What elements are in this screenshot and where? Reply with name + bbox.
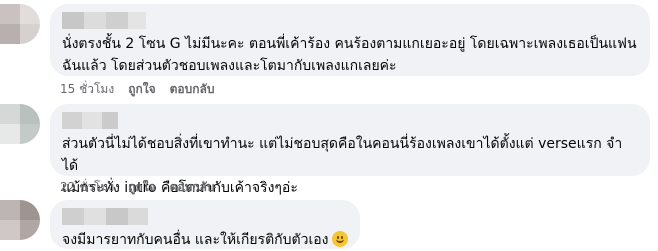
avatar[interactable]	[0, 200, 40, 240]
reply-button[interactable]: ตอบกลับ	[170, 81, 215, 97]
author-name-redacted[interactable]	[62, 12, 638, 29]
smiling-face-icon	[331, 231, 348, 247]
author-name-redacted[interactable]	[62, 112, 638, 129]
comment-timestamp[interactable]: 15 ชั่วโมง	[60, 81, 114, 97]
comment-text: นั่งตรงชั้น 2 โซน G ไม่มีนะคะ ตอนพี่เค้า…	[62, 36, 637, 74]
comment-bubble: จงมีมารยาทกับคนอื่น และให้เกียรติกับตัวเ…	[50, 200, 360, 249]
reply-button[interactable]: ตอบกลับ	[170, 179, 215, 195]
comment-text-content: จงมีมารยาทกับคนอื่น และให้เกียรติกับตัวเ…	[62, 232, 329, 248]
comment-bubble: นั่งตรงชั้น 2 โซน G ไม่มีนะคะ ตอนพี่เค้า…	[50, 4, 650, 76]
like-button[interactable]: ถูกใจ	[128, 81, 155, 97]
avatar[interactable]	[0, 4, 40, 44]
comment-timestamp[interactable]: 22 ชั่วโมง	[60, 179, 114, 195]
comment-bubble: ส่วนตัวนี่ไม่ได้ชอบสิ่งที่เขาทำนะ แต่ไม่…	[50, 104, 650, 196]
avatar[interactable]	[0, 104, 40, 144]
author-name-redacted[interactable]	[62, 208, 348, 225]
comment-text: จงมีมารยาทกับคนอื่น และให้เกียรติกับตัวเ…	[62, 229, 348, 251]
comment-actions: 22 ชั่วโมง ถูกใจ ตอบกลับ	[60, 179, 214, 195]
like-button[interactable]: ถูกใจ	[128, 179, 155, 195]
comment-actions: 15 ชั่วโมง ถูกใจ ตอบกลับ	[60, 81, 214, 97]
